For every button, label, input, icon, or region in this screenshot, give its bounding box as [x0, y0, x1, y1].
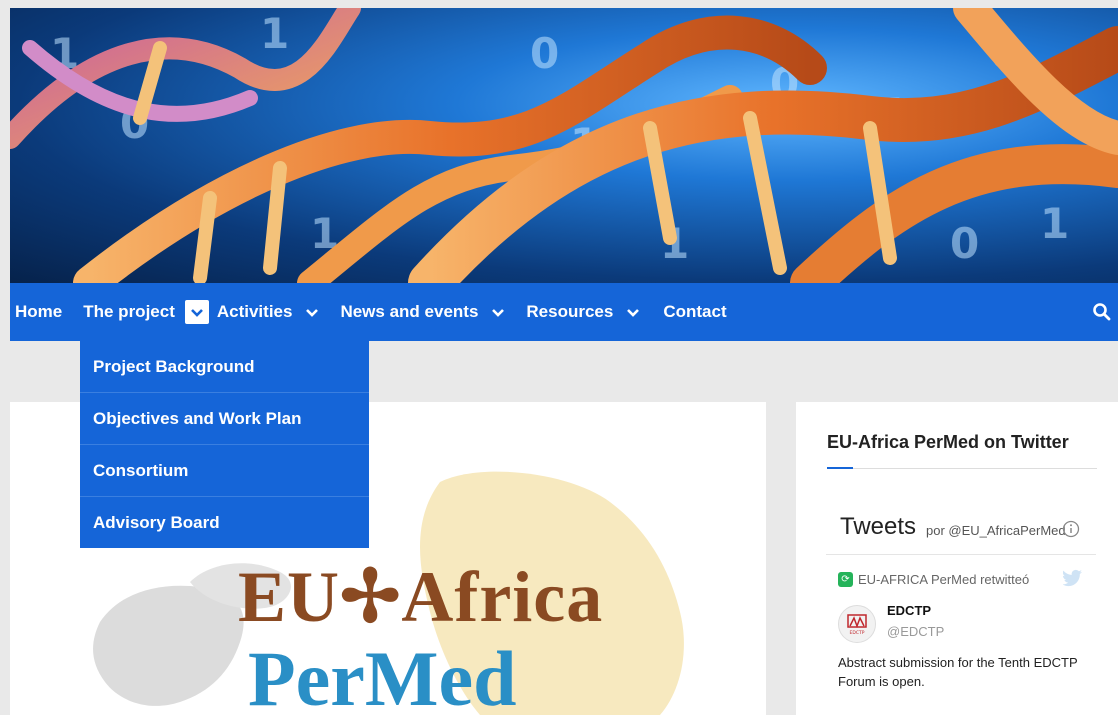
title-accent — [827, 467, 853, 469]
the-project-dropdown: Project Background Objectives and Work P… — [80, 341, 369, 548]
nav-contact[interactable]: Contact — [663, 283, 726, 341]
svg-text:1: 1 — [260, 9, 289, 58]
nav-activities-label: Activities — [216, 302, 293, 321]
nav-home-label: Home — [15, 302, 63, 321]
retweet-row: ⟳ EU-AFRICA PerMed retwitteó — [838, 572, 1029, 587]
search-icon[interactable] — [1092, 302, 1112, 322]
retweet-icon: ⟳ — [838, 572, 853, 587]
nav-resources-label: Resources — [526, 302, 614, 321]
retweet-text: EU-AFRICA PerMed retwitteó — [858, 572, 1030, 587]
main-nav: Home The project Activities News and eve… — [10, 283, 1118, 341]
logo-text-eu-africa: EU✢Africa — [238, 557, 604, 637]
dna-banner-image: 101 011 010 101 — [10, 8, 1118, 283]
svg-text:1: 1 — [1040, 199, 1069, 248]
dropdown-item-project-background[interactable]: Project Background — [80, 341, 369, 393]
tweets-heading: Tweets — [840, 513, 917, 540]
chevron-down-icon[interactable] — [184, 300, 209, 324]
chevron-down-icon[interactable] — [621, 300, 645, 324]
nav-home[interactable]: Home — [10, 283, 62, 341]
tweet-text: Abstract submission for the Tenth EDCTP … — [838, 655, 1078, 689]
twitter-bird-icon[interactable] — [1062, 569, 1083, 587]
svg-text:EDCTP: EDCTP — [850, 630, 865, 636]
account-name[interactable]: EDCTP — [887, 603, 931, 618]
nav-the-project-label: The project — [83, 302, 175, 321]
dropdown-item-advisory-board[interactable]: Advisory Board — [80, 497, 369, 548]
nav-contact-label: Contact — [663, 302, 727, 321]
info-icon[interactable] — [1062, 520, 1080, 538]
nav-news-label: News and events — [340, 302, 479, 321]
avatar[interactable]: EDCTP — [838, 605, 876, 643]
dropdown-item-consortium[interactable]: Consortium — [80, 445, 369, 497]
chevron-down-icon[interactable] — [486, 300, 510, 324]
tweets-by-link[interactable]: por @EU_AfricaPerMed — [926, 523, 1066, 538]
svg-text:0: 0 — [530, 29, 559, 78]
divider — [827, 468, 1097, 469]
nav-news-and-events[interactable]: News and events — [340, 283, 518, 341]
nav-the-project[interactable]: The project — [83, 283, 217, 341]
twitter-sidebar: EU-Africa PerMed on Twitter Tweets por @… — [796, 402, 1118, 715]
svg-text:0: 0 — [950, 219, 979, 268]
dropdown-item-objectives[interactable]: Objectives and Work Plan — [80, 393, 369, 445]
account-handle[interactable]: @EDCTP — [887, 624, 944, 639]
nav-resources[interactable]: Resources — [526, 283, 653, 341]
sidebar-title: EU-Africa PerMed on Twitter — [827, 432, 1069, 452]
chevron-down-icon[interactable] — [300, 300, 324, 324]
hero-banner: 101 011 010 101 — [10, 8, 1118, 283]
divider — [826, 554, 1096, 555]
logo-text-permed: PerMed — [248, 635, 517, 715]
nav-activities[interactable]: Activities — [217, 283, 333, 341]
